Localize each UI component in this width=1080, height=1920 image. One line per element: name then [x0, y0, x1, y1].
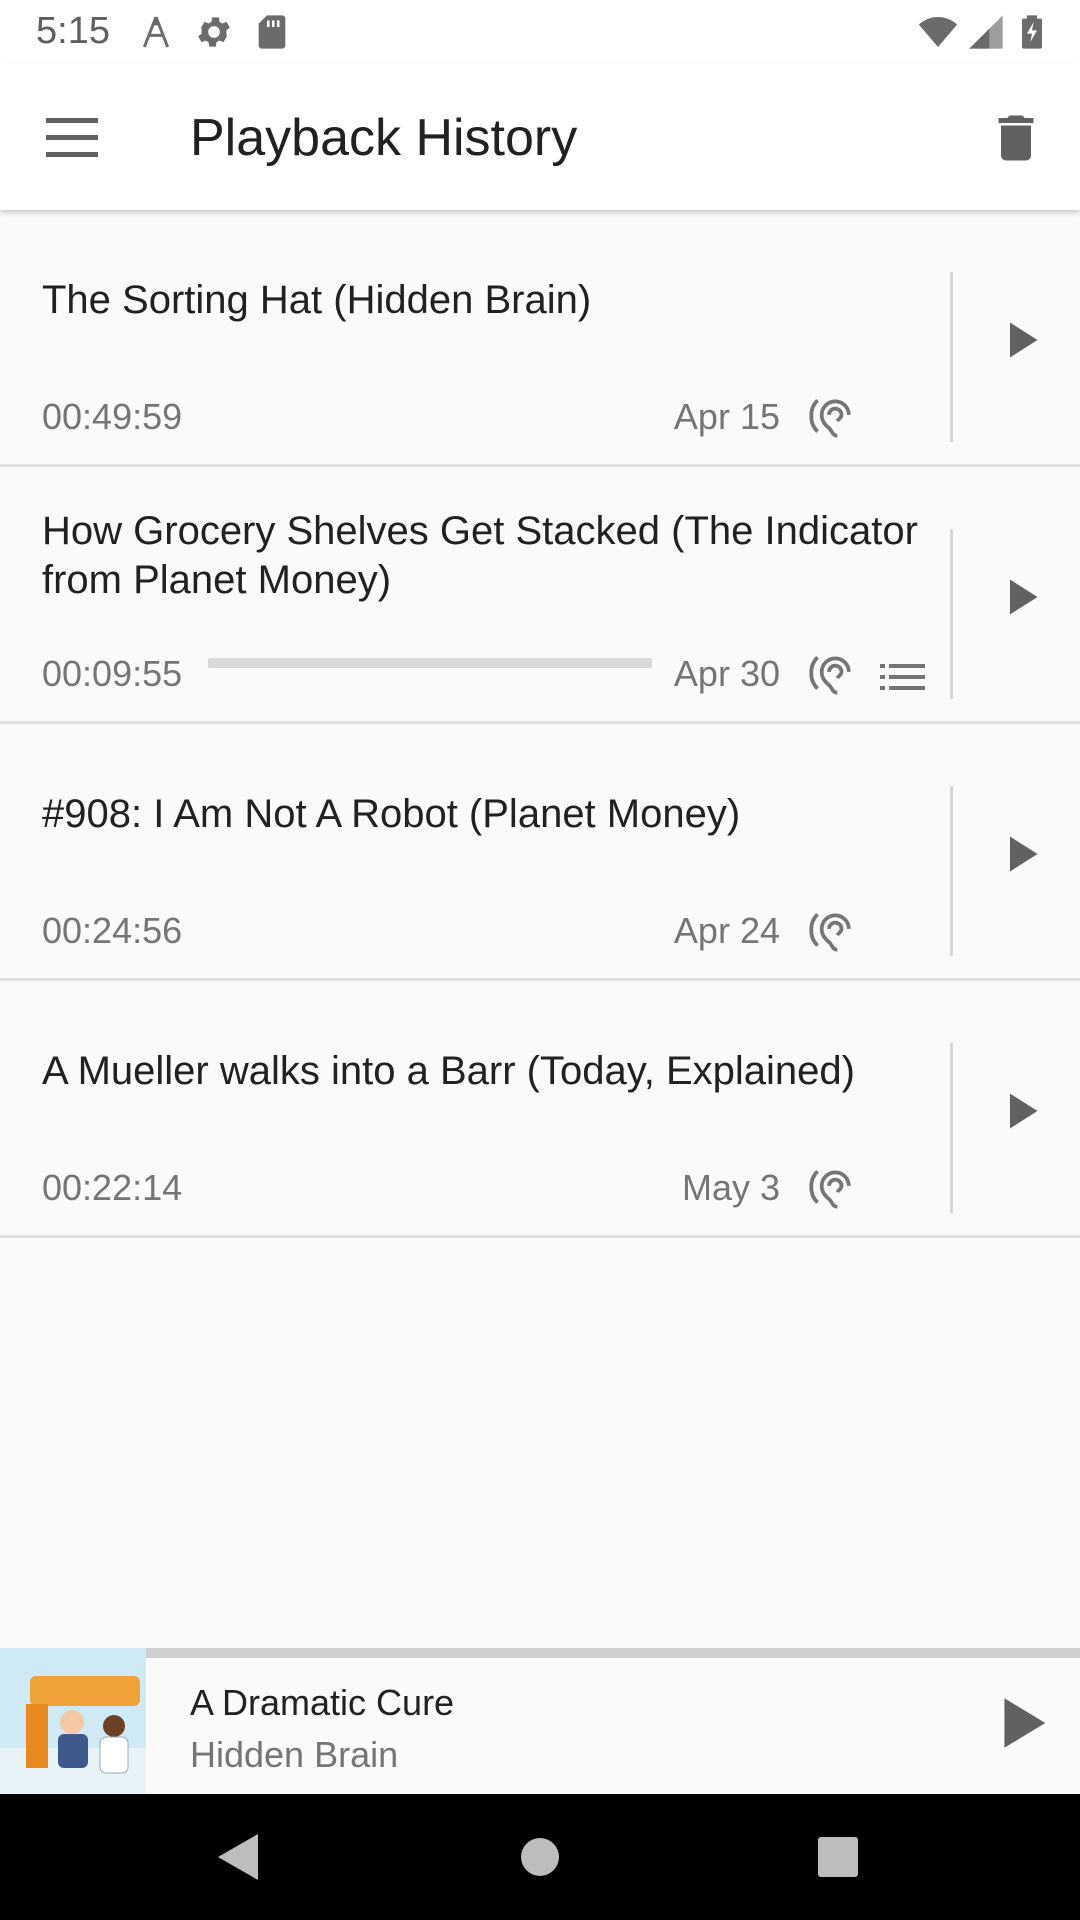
episode-title: How Grocery Shelves Get Stacked (The Ind…	[42, 509, 918, 602]
hamburger-menu-icon[interactable]	[40, 108, 106, 168]
history-item[interactable]: How Grocery Shelves Get Stacked (The Ind…	[0, 467, 1080, 724]
episode-duration: 00:24:56	[42, 910, 183, 951]
signal-icon	[969, 15, 1003, 49]
playback-history-list: The Sorting Hat (Hidden Brain) 00:49:59 …	[0, 210, 1080, 1238]
episode-duration: 00:49:59	[42, 396, 183, 437]
row-divider	[950, 786, 953, 956]
play-icon[interactable]	[984, 1688, 1054, 1758]
ear-icon	[809, 912, 851, 952]
play-icon[interactable]	[990, 310, 1050, 370]
row-divider	[950, 272, 953, 442]
episode-date: May 3	[681, 1167, 780, 1208]
home-icon[interactable]	[507, 1824, 573, 1890]
play-icon[interactable]	[990, 824, 1050, 884]
episode-duration: 00:09:55	[42, 653, 183, 694]
podcast-cover-art	[0, 1648, 146, 1794]
episode-duration: 00:22:14	[42, 1167, 183, 1208]
ear-icon	[809, 655, 851, 695]
gear-icon	[198, 17, 230, 47]
mini-player-progress-bar	[146, 1648, 1080, 1658]
history-item[interactable]: #908: I Am Not A Robot (Planet Money) 00…	[0, 724, 1080, 981]
ear-icon	[809, 1169, 851, 1209]
app-bar: Playback History	[0, 64, 1080, 210]
ear-icon	[809, 398, 851, 438]
mini-player-podcast: Hidden Brain	[190, 1734, 399, 1775]
status-time: 5:15	[36, 10, 110, 52]
status-bar: 5:15	[0, 0, 1080, 64]
sd-card-icon	[258, 15, 286, 49]
episode-date: Apr 24	[673, 910, 780, 951]
row-divider	[950, 529, 953, 699]
page-title: Playback History	[190, 109, 578, 167]
play-icon[interactable]	[990, 1081, 1050, 1141]
navigation-bar	[0, 1794, 1080, 1920]
episode-date: Apr 15	[673, 396, 780, 437]
episode-date: Apr 30	[673, 653, 780, 694]
back-icon[interactable]	[206, 1824, 272, 1890]
history-item[interactable]: A Mueller walks into a Barr (Today, Expl…	[0, 981, 1080, 1238]
recents-icon[interactable]	[805, 1824, 871, 1890]
history-item[interactable]: The Sorting Hat (Hidden Brain) 00:49:59 …	[0, 210, 1080, 467]
trash-icon[interactable]	[986, 108, 1046, 168]
mini-player-title: A Dramatic Cure	[190, 1682, 455, 1723]
wifi-icon	[918, 17, 958, 47]
queue-list-icon	[880, 664, 925, 690]
episode-title: #908: I Am Not A Robot (Planet Money)	[42, 792, 741, 836]
antenna-icon	[142, 16, 170, 48]
battery-icon	[1022, 15, 1042, 49]
row-divider	[950, 1043, 953, 1213]
play-icon[interactable]	[990, 567, 1050, 627]
mini-player[interactable]: A Dramatic Cure Hidden Brain	[0, 1648, 1080, 1794]
episode-title: The Sorting Hat (Hidden Brain)	[42, 278, 592, 322]
episode-title: A Mueller walks into a Barr (Today, Expl…	[42, 1049, 855, 1093]
episode-progress-bar	[208, 658, 652, 668]
